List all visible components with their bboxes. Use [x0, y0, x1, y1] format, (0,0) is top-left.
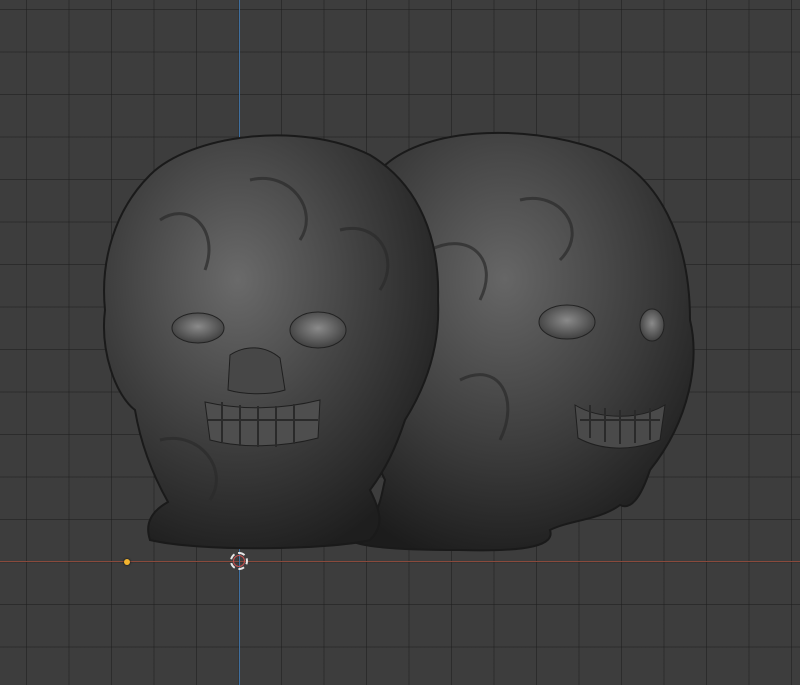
sculpted-heads-model[interactable]: [0, 0, 800, 685]
3d-viewport[interactable]: [0, 0, 800, 685]
object-origin-marker[interactable]: [124, 559, 130, 565]
3d-cursor-icon[interactable]: [230, 552, 248, 570]
